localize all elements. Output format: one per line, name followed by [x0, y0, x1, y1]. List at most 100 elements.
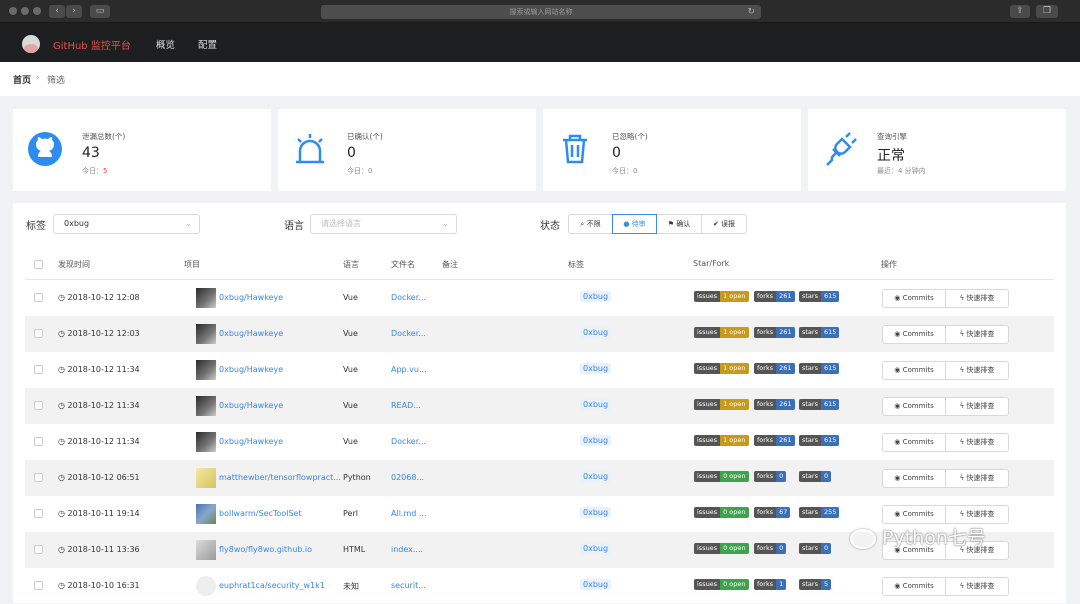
tag-badge[interactable]: 0xbug: [580, 507, 612, 518]
row-checkbox[interactable]: [34, 365, 43, 374]
shield-value: 261: [776, 327, 795, 338]
commits-button[interactable]: ◉ Commits: [882, 361, 946, 380]
lightning-icon: ϟ: [959, 582, 965, 590]
commits-button[interactable]: ◉ Commits: [882, 505, 946, 524]
issues-shield: issues 1 open: [694, 435, 749, 446]
commits-button[interactable]: ◉ Commits: [882, 469, 946, 488]
commits-button[interactable]: ◉ Commits: [882, 577, 946, 596]
row-checkbox[interactable]: [34, 437, 43, 446]
status-option-confirmed[interactable]: ⚑ 确认: [657, 214, 702, 234]
back-icon[interactable]: ‹: [49, 5, 65, 18]
brand-title[interactable]: GitHub 监控平台: [53, 37, 131, 52]
status-option-label: 误报: [721, 220, 736, 228]
close-window-icon[interactable]: [9, 7, 17, 15]
project-link[interactable]: 0xbug/Hawkeye: [219, 437, 283, 446]
commits-button[interactable]: ◉ Commits: [882, 433, 946, 452]
commits-button[interactable]: ◉ Commits: [882, 397, 946, 416]
tag-badge[interactable]: 0xbug: [580, 543, 612, 554]
quick-check-button[interactable]: ϟ 快速排查: [945, 361, 1009, 380]
row-checkbox[interactable]: [34, 293, 43, 302]
stat-sub: 今日：0: [612, 166, 637, 176]
commits-button[interactable]: ◉ Commits: [882, 289, 946, 308]
status-option-false-positive[interactable]: ✔ 误报: [702, 214, 747, 234]
project-link[interactable]: 0xbug/Hawkeye: [219, 293, 283, 302]
zoom-window-icon[interactable]: [33, 7, 41, 15]
tag-badge[interactable]: 0xbug: [580, 399, 612, 410]
lang-select[interactable]: 请选择语言 ⌄: [310, 214, 457, 234]
forward-icon[interactable]: ›: [66, 5, 82, 18]
quick-check-button[interactable]: ϟ 快速排查: [945, 577, 1009, 596]
minimize-window-icon[interactable]: [21, 7, 29, 15]
forks-shield: forks 0: [754, 471, 787, 482]
quick-check-button[interactable]: ϟ 快速排查: [945, 397, 1009, 416]
col-header-note[interactable]: 备注: [442, 259, 458, 270]
forks-shield: forks 261: [754, 399, 795, 410]
project-link[interactable]: fly8wo/fly8wo.github.io: [219, 545, 312, 554]
col-header-tag[interactable]: 标签: [568, 259, 584, 270]
status-option-pending[interactable]: ● 待审: [612, 214, 657, 234]
commits-label: Commits: [902, 438, 934, 446]
quick-check-label: 快速排查: [966, 438, 995, 446]
row-checkbox[interactable]: [34, 401, 43, 410]
quick-check-button[interactable]: ϟ 快速排查: [945, 433, 1009, 452]
shield-value: 0: [776, 543, 787, 554]
row-checkbox[interactable]: [34, 509, 43, 518]
row-checkbox[interactable]: [34, 329, 43, 338]
filename-link[interactable]: Docker...: [391, 329, 426, 338]
project-link[interactable]: 0xbug/Hawkeye: [219, 401, 283, 410]
issues-shield: issues 0 open: [694, 543, 749, 554]
tag-badge[interactable]: 0xbug: [580, 435, 612, 446]
tag-badge[interactable]: 0xbug: [580, 579, 612, 590]
status-option-any[interactable]: ⌕ 不限: [568, 214, 613, 234]
nav-item-settings[interactable]: 配置: [198, 37, 217, 51]
tag-badge[interactable]: 0xbug: [580, 291, 612, 302]
filename-link[interactable]: index....: [391, 545, 423, 554]
github-icon: ◉: [894, 294, 901, 302]
project-link[interactable]: 0xbug/Hawkeye: [219, 329, 283, 338]
col-header-project[interactable]: 项目: [184, 259, 200, 270]
quick-check-button[interactable]: ϟ 快速排查: [945, 289, 1009, 308]
commits-label: Commits: [902, 366, 934, 374]
shield-key: forks: [754, 579, 777, 590]
project-link[interactable]: 0xbug/Hawkeye: [219, 365, 283, 374]
browser-toolbar: ‹ › ▭ 搜索或输入网站名称 ↻ ⇪ ❐: [0, 0, 1080, 23]
github-icon: ◉: [894, 582, 901, 590]
col-header-star-fork[interactable]: Star/Fork: [693, 259, 729, 268]
issues-shield: issues 1 open: [694, 399, 749, 410]
share-icon[interactable]: ⇪: [1010, 5, 1030, 18]
reload-icon[interactable]: ↻: [747, 5, 755, 19]
breadcrumb-home[interactable]: 首页: [13, 73, 31, 86]
filename-link[interactable]: Docker...: [391, 437, 426, 446]
table-row: ◷ 2018-10-12 11:34 0xbug/Hawkeye Vue READ..…: [25, 388, 1054, 424]
quick-check-button[interactable]: ϟ 快速排查: [945, 469, 1009, 488]
nav-item-overview[interactable]: 概览: [156, 37, 175, 51]
tag-badge[interactable]: 0xbug: [580, 471, 612, 482]
shield-value: 615: [820, 363, 840, 374]
filename-link[interactable]: App.vu...: [391, 365, 427, 374]
col-header-language[interactable]: 语言: [343, 259, 359, 270]
stat-sub-prefix: 今日：: [82, 167, 103, 175]
github-icon: ◉: [894, 330, 901, 338]
row-checkbox[interactable]: [34, 473, 43, 482]
filename-link[interactable]: READ...: [391, 401, 421, 410]
sidebar-icon[interactable]: ▭: [90, 5, 110, 18]
col-header-time[interactable]: 发现时间: [58, 259, 90, 270]
quick-check-button[interactable]: ϟ 快速排查: [945, 505, 1009, 524]
tag-select[interactable]: 0xbug ⌄: [53, 214, 200, 234]
tag-badge[interactable]: 0xbug: [580, 327, 612, 338]
time-text: 2018-10-12 06:51: [67, 473, 140, 482]
tag-badge[interactable]: 0xbug: [580, 363, 612, 374]
filename-link[interactable]: Docker...: [391, 293, 426, 302]
commits-button[interactable]: ◉ Commits: [882, 325, 946, 344]
address-bar[interactable]: 搜索或输入网站名称 ↻: [321, 5, 761, 19]
project-link[interactable]: matthewber/tensorflowpract...: [219, 473, 341, 482]
quick-check-button[interactable]: ϟ 快速排查: [945, 325, 1009, 344]
row-checkbox[interactable]: [34, 545, 43, 554]
filename-link[interactable]: All.md ...: [391, 509, 427, 518]
col-header-filename[interactable]: 文件名: [391, 259, 415, 270]
tabs-overview-icon[interactable]: ❐: [1036, 5, 1058, 18]
project-link[interactable]: bollwarm/SecToolSet: [219, 509, 302, 518]
select-all-checkbox[interactable]: [34, 260, 43, 269]
address-placeholder: 搜索或输入网站名称: [509, 8, 573, 16]
filename-link[interactable]: 02068...: [391, 473, 424, 482]
